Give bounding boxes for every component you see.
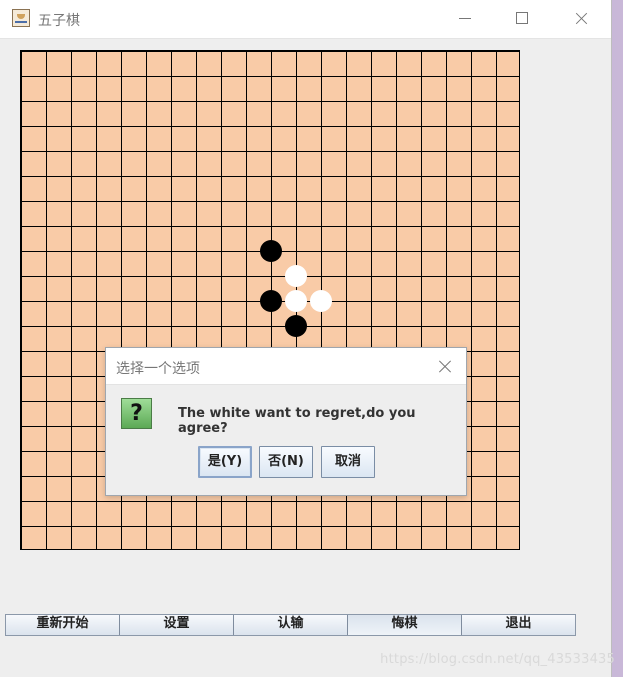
no-button[interactable]: 否(N) bbox=[259, 446, 313, 478]
white-stone bbox=[310, 290, 332, 312]
question-icon: ? bbox=[121, 398, 152, 429]
confirm-dialog: 选择一个选项 ? The white want to regret,do you… bbox=[105, 347, 467, 496]
game-toolbar: 重新开始 设置 认输 悔棋 退出 bbox=[5, 614, 576, 636]
maximize-button[interactable] bbox=[510, 8, 532, 30]
white-stone bbox=[285, 290, 307, 312]
black-stone bbox=[260, 290, 282, 312]
black-stone bbox=[285, 315, 307, 337]
cancel-button[interactable]: 取消 bbox=[321, 446, 375, 478]
title-bar: 五子棋 bbox=[0, 0, 611, 39]
main-window: 五子棋 选择一个选项 ? The white want to regret,do… bbox=[0, 0, 612, 677]
java-cup-icon bbox=[12, 9, 30, 27]
dialog-message: The white want to regret,do you agree? bbox=[178, 406, 416, 436]
black-stone bbox=[260, 240, 282, 262]
dialog-title: 选择一个选项 bbox=[116, 361, 200, 377]
resign-button[interactable]: 认输 bbox=[234, 615, 348, 635]
dialog-title-bar: 选择一个选项 bbox=[106, 348, 466, 385]
restart-button[interactable]: 重新开始 bbox=[6, 615, 120, 635]
dialog-close-icon[interactable] bbox=[436, 357, 454, 375]
white-stone bbox=[285, 265, 307, 287]
close-button[interactable] bbox=[570, 8, 592, 30]
minimize-button[interactable] bbox=[454, 8, 476, 30]
window-title: 五子棋 bbox=[38, 13, 80, 29]
exit-button[interactable]: 退出 bbox=[462, 615, 575, 635]
undo-move-button[interactable]: 悔棋 bbox=[348, 615, 462, 635]
watermark-url: https://blog.csdn.net/qq_43533435 bbox=[380, 652, 615, 667]
yes-button[interactable]: 是(Y) bbox=[198, 446, 252, 478]
settings-button[interactable]: 设置 bbox=[120, 615, 234, 635]
